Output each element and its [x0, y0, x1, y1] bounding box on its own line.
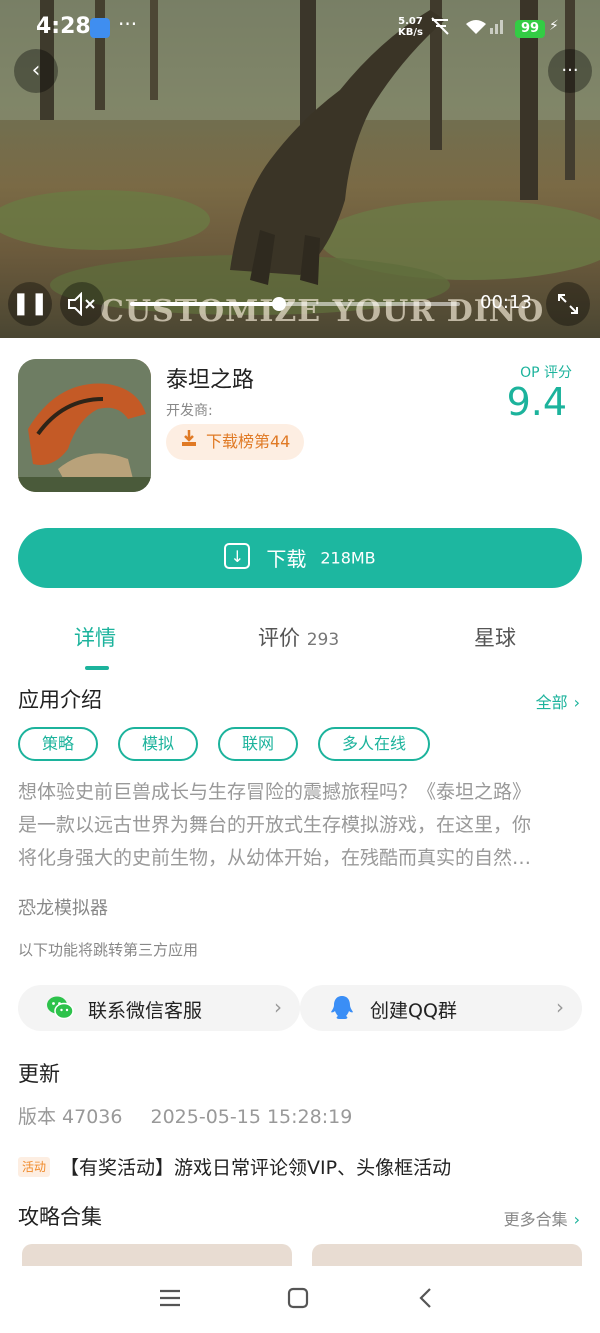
download-size: 218MB [320, 548, 376, 568]
net-speed-unit: KB/s [398, 27, 423, 38]
app-icon [18, 359, 151, 492]
tab-planet-label: 星球 [474, 626, 516, 650]
back-arrow-icon [419, 1288, 431, 1308]
tag-simulation[interactable]: 模拟 [118, 727, 199, 761]
guides-more-link[interactable]: 更多合集 › [504, 1206, 580, 1230]
tab-details-label: 详情 [74, 626, 116, 650]
download-icon [224, 527, 251, 587]
notification-app-icon [90, 18, 110, 38]
guides-title: 攻略合集 [18, 1205, 102, 1229]
wechat-service-label: 联系微信客服 [88, 1000, 203, 1022]
intro-all-label: 全部 [535, 693, 568, 712]
sub-category: 恐龙模拟器 [18, 898, 108, 919]
developer-label: 开发商: [166, 403, 213, 419]
intro-title: 应用介绍 [18, 688, 102, 712]
video-time: 00:13 [480, 292, 532, 313]
download-button[interactable]: 下载 218MB [18, 527, 582, 588]
tab-reviews-count: 293 [306, 630, 340, 650]
video-progress-fill [130, 302, 279, 306]
dinosaur-artwork [18, 359, 151, 492]
op-score-value: 9.4 [506, 380, 567, 424]
guide-card[interactable] [312, 1244, 582, 1266]
pause-icon: ❚❚ [11, 291, 49, 316]
update-date: 2025-05-15 15:28:19 [150, 1106, 353, 1128]
download-rank-badge[interactable]: 下载榜第44 [166, 424, 305, 460]
tab-reviews[interactable]: 评价 293 [258, 622, 339, 652]
chevron-right-icon: › [573, 1210, 580, 1229]
event-badge: 活动 [18, 1156, 51, 1177]
version-number: 版本 47036 [18, 1106, 123, 1128]
rank-download-icon [180, 424, 198, 460]
back-button[interactable]: ‹ [14, 49, 58, 93]
intro-all-link[interactable]: 全部 › [536, 689, 580, 713]
detail-tabs: 详情 评价 293 星球 [0, 622, 600, 672]
update-title: 更新 [18, 1062, 60, 1086]
chevron-right-icon: › [274, 995, 282, 1019]
signal-wifi-icon [431, 17, 503, 35]
app-name: 泰坦之路 [166, 368, 255, 393]
create-qq-group-button[interactable]: 创建QQ群 › [300, 985, 582, 1031]
status-icons [430, 16, 510, 43]
tag-strategy[interactable]: 策略 [18, 727, 99, 761]
more-horizontal-icon: ··· [561, 60, 579, 81]
tag-multiplayer[interactable]: 多人在线 [318, 727, 431, 761]
fullscreen-button[interactable] [546, 282, 590, 326]
event-row[interactable]: 活动 【有奖活动】游戏日常评论领VIP、头像框活动 [18, 1153, 451, 1179]
more-options-button[interactable]: ··· [548, 49, 592, 93]
wechat-icon [47, 996, 74, 1020]
home-nav-button[interactable] [286, 1278, 310, 1317]
tab-details[interactable]: 详情 [74, 622, 116, 652]
video-caption: CUSTOMIZE YOUR DINO [100, 294, 545, 329]
net-speed: 5.07 KB/s [398, 16, 423, 38]
qq-group-label: 创建QQ群 [370, 1000, 457, 1022]
op-score-label: OP 评分 [520, 365, 572, 381]
rank-label: 下载榜第44 [206, 432, 291, 451]
tag-online[interactable]: 联网 [218, 727, 299, 761]
version-info: 版本 47036 2025-05-15 15:28:19 [18, 1102, 380, 1129]
back-nav-button[interactable] [414, 1278, 438, 1317]
menu-icon [160, 1289, 180, 1307]
expand-icon [558, 294, 578, 314]
video-progress-bar[interactable] [130, 297, 460, 311]
chevron-left-icon: ‹ [31, 58, 41, 83]
net-speed-value: 5.07 [398, 16, 423, 27]
home-square-icon [287, 1287, 309, 1309]
description-line: 是一款以远古世界为舞台的开放式生存模拟游戏，在这里，你 [18, 814, 532, 836]
description-line: 想体验史前巨兽成长与生存冒险的震撼旅程吗？《泰坦之路》 [18, 781, 532, 803]
status-bar: 4:28 ··· 5.07 KB/s 99 ⚡ [0, 0, 600, 58]
third-party-note: 以下功能将跳转第三方应用 [18, 941, 199, 959]
video-progress-knob[interactable] [271, 297, 286, 311]
charging-icon: ⚡ [549, 18, 559, 34]
status-time: 4:28 [36, 14, 91, 39]
mute-button[interactable] [60, 282, 104, 326]
active-tab-indicator [85, 666, 109, 670]
system-nav-bar [0, 1266, 600, 1333]
chevron-right-icon: › [556, 995, 564, 1019]
pause-button[interactable]: ❚❚ [8, 282, 52, 326]
guides-more-label: 更多合集 [503, 1210, 568, 1229]
menu-nav-button[interactable] [158, 1278, 182, 1317]
status-overflow: ··· [118, 12, 138, 36]
volume-muted-icon [68, 291, 95, 317]
description-line: 将化身强大的史前生物，从幼体开始，在残酷而真实的自然… [18, 847, 532, 869]
chevron-right-icon: › [573, 693, 580, 712]
battery-indicator: 99 [515, 20, 545, 38]
tab-reviews-label: 评价 [258, 626, 300, 650]
wechat-service-button[interactable]: 联系微信客服 › [18, 985, 300, 1031]
download-label: 下载 [266, 546, 307, 571]
qq-icon [331, 996, 353, 1019]
guide-card[interactable] [22, 1244, 292, 1266]
app-description[interactable]: 想体验史前巨兽成长与生存冒险的震撼旅程吗？《泰坦之路》 是一款以远古世界为舞台的… [18, 776, 584, 875]
tab-planet[interactable]: 星球 [474, 622, 516, 652]
event-text: 【有奖活动】游戏日常评论领VIP、头像框活动 [60, 1157, 452, 1179]
